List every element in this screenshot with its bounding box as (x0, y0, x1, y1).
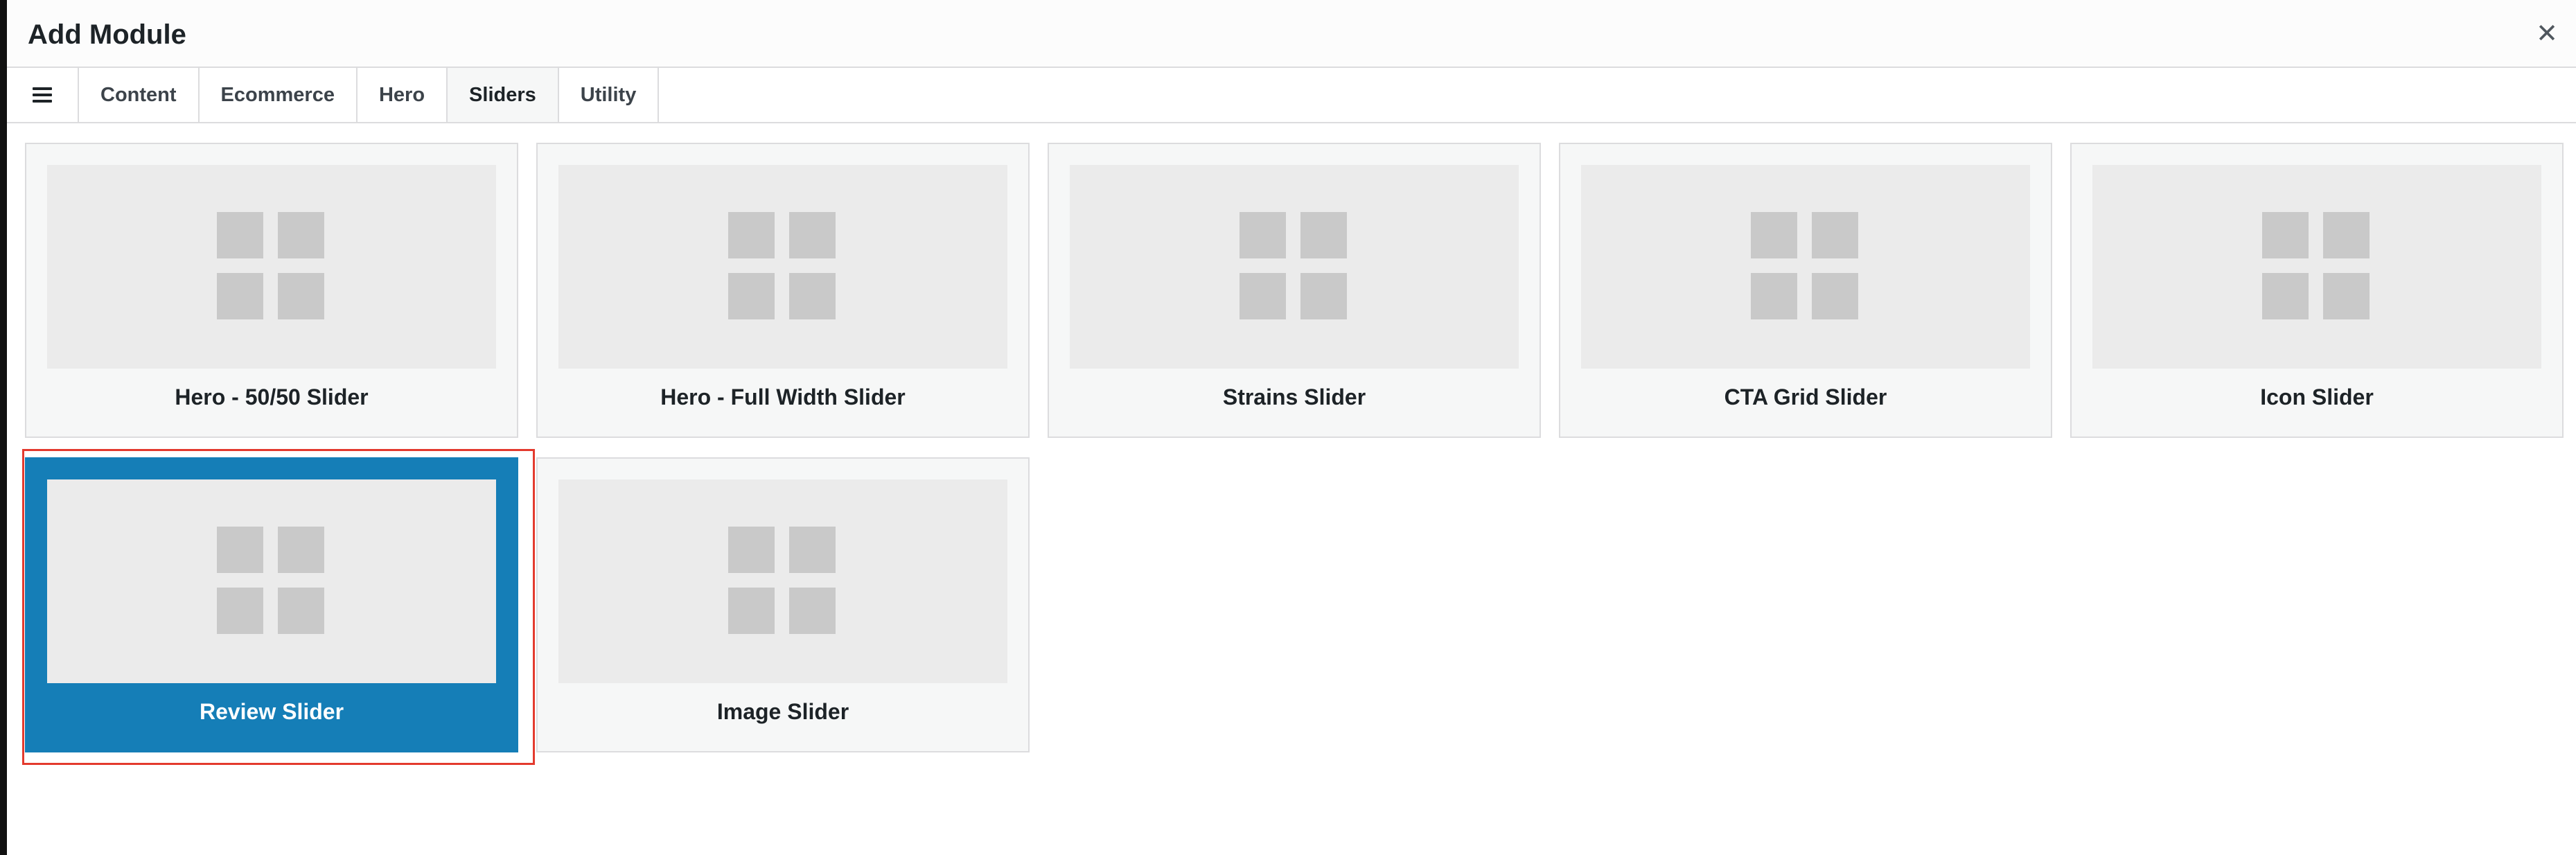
module-thumbnail (47, 165, 496, 369)
module-label: Image Slider (716, 699, 849, 724)
grid-placeholder-icon (728, 212, 837, 321)
modal-title: Add Module (28, 19, 186, 50)
grid-placeholder-icon (2262, 212, 2371, 321)
tab-hero[interactable]: Hero (357, 68, 448, 122)
tab-content[interactable]: Content (79, 68, 200, 122)
module-thumbnail (558, 165, 1007, 369)
module-label: Icon Slider (2260, 385, 2374, 409)
add-module-modal: Add Module ✕ Content Ecommerce Hero Slid… (7, 0, 2576, 855)
grid-placeholder-icon (1751, 212, 1860, 321)
hamburger-menu-icon[interactable] (7, 68, 79, 122)
grid-placeholder-icon (217, 212, 326, 321)
modal-header: Add Module ✕ (7, 0, 2576, 68)
module-card-image-slider[interactable]: Image Slider (536, 457, 1030, 752)
tab-list: Content Ecommerce Hero Sliders Utility (7, 68, 2576, 122)
hamburger-glyph (33, 87, 52, 103)
module-card-hero-full-width-slider[interactable]: Hero - Full Width Slider (536, 143, 1030, 438)
tab-utility[interactable]: Utility (558, 68, 660, 122)
module-thumbnail (558, 479, 1007, 683)
module-thumbnail (1581, 165, 2030, 369)
window-edge (0, 0, 7, 855)
module-label: Hero - 50/50 Slider (175, 385, 369, 409)
module-thumbnail (47, 479, 496, 683)
module-label: CTA Grid Slider (1724, 385, 1887, 409)
module-card-icon-slider[interactable]: Icon Slider (2070, 143, 2564, 438)
module-label: Strains Slider (1222, 385, 1366, 409)
grid-placeholder-icon (1240, 212, 1348, 321)
tab-ecommerce[interactable]: Ecommerce (199, 68, 358, 122)
module-card-hero-5050-slider[interactable]: Hero - 50/50 Slider (25, 143, 518, 438)
module-thumbnail (2092, 165, 2541, 369)
close-icon[interactable]: ✕ (2532, 18, 2562, 49)
grid-placeholder-icon (728, 527, 837, 635)
tab-sliders[interactable]: Sliders (448, 68, 559, 122)
module-card-cta-grid-slider[interactable]: CTA Grid Slider (1559, 143, 2052, 438)
grid-placeholder-icon (217, 527, 326, 635)
module-card-review-slider[interactable]: Review Slider (25, 457, 518, 752)
module-thumbnail (1070, 165, 1519, 369)
module-card-strains-slider[interactable]: Strains Slider (1048, 143, 1541, 438)
category-tabbar: Content Ecommerce Hero Sliders Utility (7, 68, 2576, 123)
module-label: Hero - Full Width Slider (660, 385, 906, 409)
module-label: Review Slider (199, 699, 344, 724)
